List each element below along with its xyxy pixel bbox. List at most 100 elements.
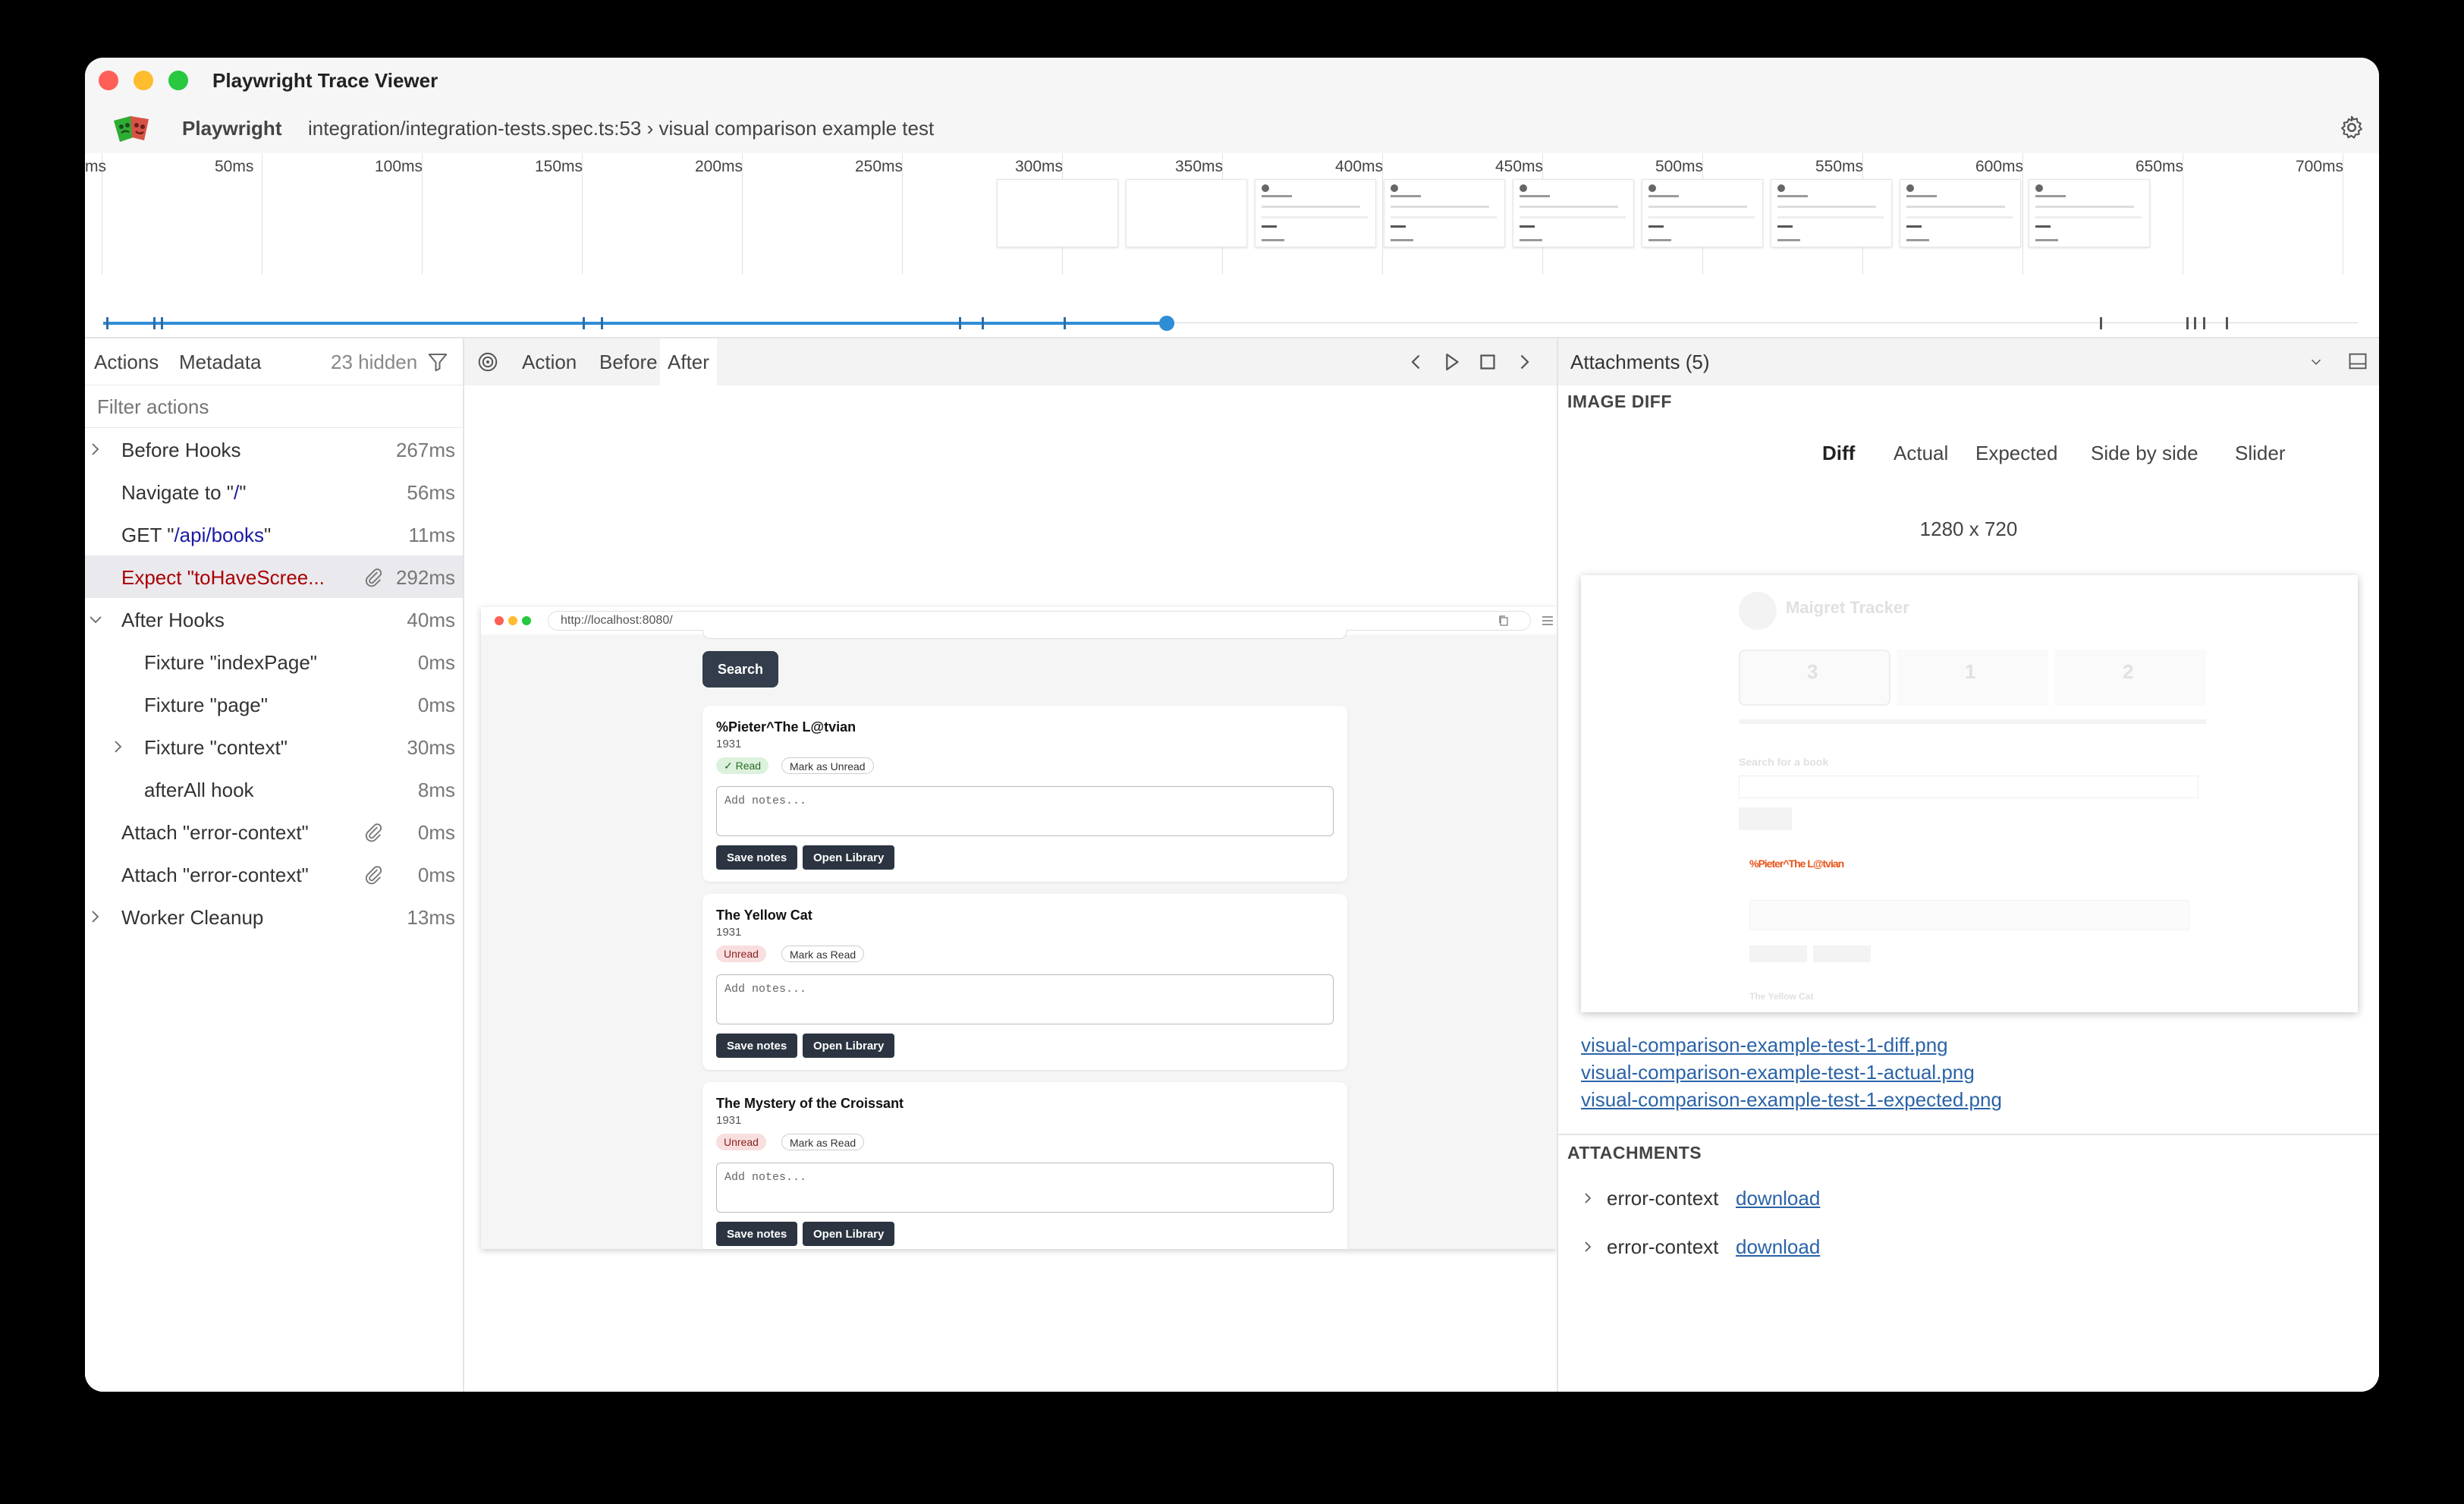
action-row[interactable]: Navigate to "/" 56ms bbox=[85, 470, 463, 513]
chevron-down-icon[interactable] bbox=[2308, 354, 2324, 370]
chevron-right-icon[interactable] bbox=[1511, 349, 1537, 375]
action-row[interactable]: Worker Cleanup 13ms bbox=[85, 895, 463, 938]
chevron-right-icon[interactable] bbox=[1581, 1190, 1595, 1207]
action-row[interactable]: Fixture "page" 0ms bbox=[85, 683, 463, 725]
action-label: Expect "toHaveScree... bbox=[121, 566, 325, 589]
action-row[interactable]: Fixture "context" 30ms bbox=[85, 725, 463, 768]
diff-tab-expected[interactable]: Expected bbox=[1975, 442, 2057, 465]
dock-panel-icon[interactable] bbox=[2347, 351, 2368, 372]
timeline-thumbnail[interactable] bbox=[1642, 179, 1763, 247]
diff-ghost-search-label: Search for a book bbox=[1739, 756, 1829, 768]
diff-ghost-button bbox=[1813, 946, 1871, 962]
chevron-right-icon[interactable] bbox=[88, 908, 103, 926]
tab-action[interactable]: Action bbox=[522, 351, 577, 374]
tab-metadata[interactable]: Metadata bbox=[179, 351, 261, 374]
open-library-button: Open Library bbox=[803, 1034, 895, 1058]
snapshot-tabs: Action Before After 1x bbox=[464, 338, 1624, 385]
chevron-down-icon[interactable] bbox=[88, 610, 103, 628]
section-divider bbox=[1558, 1134, 2379, 1135]
action-label: GET "/api/books" bbox=[121, 524, 272, 546]
action-row[interactable]: GET "/api/books" 11ms bbox=[85, 513, 463, 555]
action-row[interactable]: Expect "toHaveScree... 292ms bbox=[85, 555, 463, 598]
tab-actions[interactable]: Actions bbox=[94, 351, 159, 374]
zoom-window-button[interactable] bbox=[168, 71, 188, 90]
timeline-thumbnail[interactable] bbox=[1384, 179, 1505, 247]
action-row[interactable]: Attach "error-context" 0ms bbox=[85, 810, 463, 853]
action-row[interactable]: afterAll hook 8ms bbox=[85, 768, 463, 810]
title-bar: Playwright Trace Viewer bbox=[85, 58, 2379, 103]
diff-tab-side-by-side[interactable]: Side by side bbox=[2091, 442, 2198, 465]
action-marker bbox=[161, 317, 163, 329]
diff-image[interactable]: Maigret Tracker 3 1 2 Search for a book … bbox=[1581, 575, 2358, 1012]
play-icon[interactable] bbox=[1438, 349, 1464, 375]
menu-icon[interactable] bbox=[1540, 613, 1555, 628]
timeline-thumbnail[interactable] bbox=[1771, 179, 1892, 247]
action-row[interactable]: Before Hooks 267ms bbox=[85, 428, 463, 470]
action-label: afterAll hook bbox=[144, 779, 254, 801]
action-row[interactable]: Attach "error-context" 0ms bbox=[85, 853, 463, 895]
timeline-thumbnail[interactable] bbox=[1126, 179, 1247, 247]
chevron-right-icon[interactable] bbox=[111, 738, 126, 756]
timeline-thumbnail[interactable] bbox=[1255, 179, 1376, 247]
attachment-name: error-context bbox=[1607, 1235, 1719, 1258]
timeline-thumbnail[interactable] bbox=[1513, 179, 1634, 247]
tab-after[interactable]: After bbox=[660, 338, 717, 385]
action-marker bbox=[106, 317, 108, 329]
gear-icon[interactable] bbox=[2338, 114, 2365, 141]
timeline-thumbnail[interactable] bbox=[2029, 179, 2150, 247]
status-badge: Unread bbox=[716, 1134, 766, 1150]
action-marker bbox=[2194, 317, 2196, 329]
chevron-right-icon[interactable] bbox=[88, 440, 103, 458]
timeline[interactable]: ms 50ms 100ms 150ms 200ms 250ms 300ms 350ms 400m… bbox=[85, 153, 2379, 338]
diff-ghost-stat-value: 3 bbox=[1807, 660, 1818, 683]
timeline-tick-label: ms bbox=[85, 158, 106, 175]
action-row[interactable]: Fixture "indexPage" 0ms bbox=[85, 640, 463, 683]
snapshot-panel: Action Before After 1x http://localhost:… bbox=[464, 338, 1624, 1392]
action-marker bbox=[583, 317, 585, 329]
diff-ghost-title: Maigret Tracker bbox=[1786, 598, 1909, 617]
chevron-right-icon[interactable] bbox=[1581, 1238, 1595, 1255]
download-link[interactable]: download bbox=[1736, 1235, 1820, 1259]
tab-before[interactable]: Before bbox=[599, 351, 658, 374]
diff-ghost-stat-value: 1 bbox=[1965, 660, 1976, 683]
expected-image-link[interactable]: visual-comparison-example-test-1-expecte… bbox=[1581, 1088, 2002, 1112]
stop-icon[interactable] bbox=[1475, 349, 1501, 375]
book-year: 1931 bbox=[716, 738, 742, 750]
window-title: Playwright Trace Viewer bbox=[212, 69, 438, 92]
action-row[interactable]: After Hooks 40ms bbox=[85, 598, 463, 640]
paperclip-icon bbox=[363, 864, 384, 885]
image-diff-title: IMAGE DIFF bbox=[1567, 392, 1672, 411]
filter-actions-input[interactable] bbox=[85, 385, 463, 428]
diff-tab-diff[interactable]: Diff bbox=[1822, 442, 1855, 465]
diff-tab-slider[interactable]: Slider bbox=[2235, 442, 2285, 465]
diff-ghost-search-button bbox=[1739, 807, 1792, 830]
save-notes-button: Save notes bbox=[716, 1222, 798, 1246]
diff-image-link[interactable]: visual-comparison-example-test-1-diff.pn… bbox=[1581, 1034, 1948, 1057]
close-window-button[interactable] bbox=[99, 71, 118, 90]
action-label: Navigate to "/" bbox=[121, 481, 247, 504]
copy-icon[interactable] bbox=[1498, 615, 1510, 627]
download-link[interactable]: download bbox=[1736, 1187, 1820, 1210]
filter-icon[interactable] bbox=[426, 351, 449, 373]
action-duration: 0ms bbox=[417, 694, 455, 716]
chevron-left-icon[interactable] bbox=[1403, 349, 1429, 375]
filter-bar bbox=[85, 385, 463, 428]
book-card: %Pieter^The L@tvian 1931 ✓ Read Mark as Unr… bbox=[702, 706, 1347, 882]
timeline-tick-label: 250ms bbox=[855, 158, 904, 175]
diff-tab-actual[interactable]: Actual bbox=[1894, 442, 1948, 465]
actual-image-link[interactable]: visual-comparison-example-test-1-actual.… bbox=[1581, 1061, 1975, 1084]
timeline-thumbnail[interactable] bbox=[997, 179, 1118, 247]
pick-locator-icon[interactable] bbox=[476, 351, 499, 373]
minimize-window-button[interactable] bbox=[134, 71, 153, 90]
action-duration: 8ms bbox=[417, 779, 455, 801]
action-list: Before Hooks 267ms Navigate to "/" 56ms GET … bbox=[85, 428, 463, 938]
timeline-playhead[interactable] bbox=[1159, 316, 1174, 331]
action-duration: 11ms bbox=[408, 524, 455, 546]
diff-ghost-logo bbox=[1739, 592, 1777, 630]
action-marker bbox=[2100, 317, 2102, 329]
diff-ghost-progress bbox=[1739, 719, 2206, 724]
action-label: Fixture "context" bbox=[144, 736, 288, 759]
page-snapshot[interactable]: http://localhost:8080/ Search %Pieter^Th… bbox=[481, 607, 1557, 1249]
timeline-thumbnail[interactable] bbox=[1900, 179, 2021, 247]
image-dimensions: 1280 x 720 bbox=[1919, 518, 2018, 540]
